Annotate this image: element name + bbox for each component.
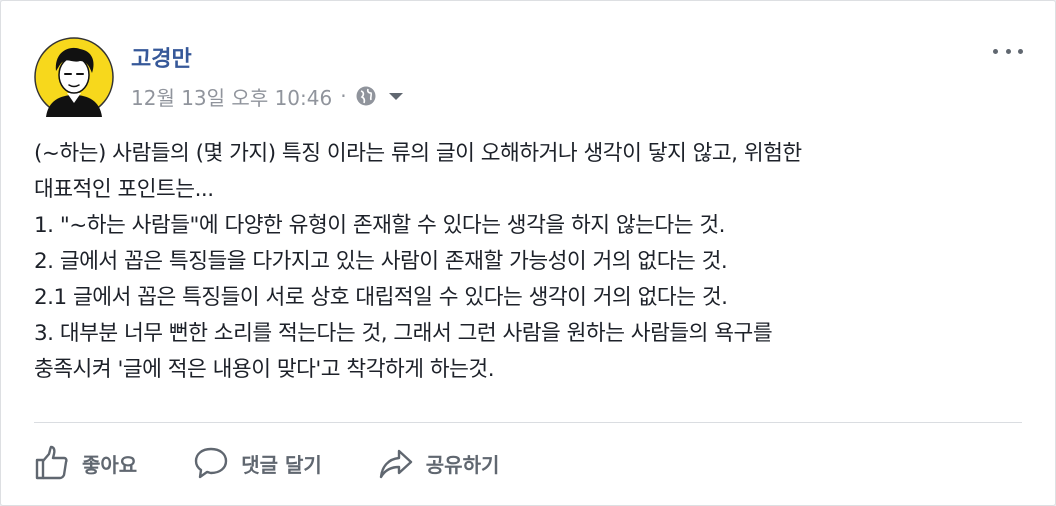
comment-button[interactable]: 댓글 달기 (193, 445, 322, 481)
privacy-selector[interactable] (355, 85, 407, 107)
post-body-line: 2. 글에서 꼽은 특징들을 다가지고 있는 사람이 존재할 가능성이 거의 없… (34, 249, 728, 274)
meta-separator: · (340, 84, 347, 108)
globe-icon (356, 86, 376, 106)
share-arrow-icon (379, 449, 412, 479)
post-meta: 12월 13일 오후 10:46 · (131, 81, 407, 111)
share-button[interactable]: 공유하기 (378, 445, 500, 481)
author-name[interactable]: 고경만 (131, 41, 192, 73)
more-options-icon[interactable] (993, 39, 1023, 63)
like-button[interactable]: 좋아요 (34, 445, 137, 481)
post-timestamp[interactable]: 12월 13일 오후 10:46 (131, 82, 332, 111)
post-actions: 좋아요 댓글 달기 공유하기 (34, 441, 499, 485)
chevron-down-icon (388, 93, 403, 100)
actions-divider (34, 422, 1022, 423)
comment-label: 댓글 달기 (241, 452, 322, 477)
avatar-illustration (34, 37, 114, 117)
share-label: 공유하기 (425, 452, 500, 477)
post-body-line: (~하는) 사람들의 (몇 가지) 특징 이라는 류의 글이 오해하거나 생각이… (34, 141, 802, 166)
thumbs-up-icon (35, 445, 68, 480)
post-body-line: 충족시켜 '글에 적은 내용이 맞다'고 착각하게 하는것. (34, 357, 495, 382)
like-label: 좋아요 (82, 452, 138, 477)
post-body-line: 대표적인 포인트는... (34, 177, 214, 202)
comment-bubble-icon (195, 447, 228, 479)
post-body-line: 1. "~하는 사람들"에 다양한 유형이 존재할 수 있다는 생각을 하지 않… (34, 213, 725, 238)
post-body-line: 2.1 글에서 꼽은 특징들이 서로 상호 대립적일 수 있다는 생각이 거의 … (34, 285, 728, 310)
post-card: 고경만 12월 13일 오후 10:46 · (~하는) 사람들의 (몇 가지)… (0, 0, 1056, 506)
post-body: (~하는) 사람들의 (몇 가지) 특징 이라는 류의 글이 오해하거나 생각이… (34, 136, 1024, 388)
post-body-line: 3. 대부분 너무 뻔한 소리를 적는다는 것, 그래서 그런 사람을 원하는 … (34, 321, 773, 346)
author-avatar[interactable] (34, 37, 114, 117)
